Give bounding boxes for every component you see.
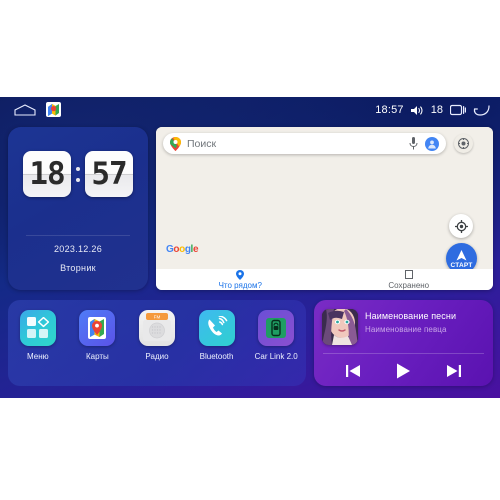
microphone-icon[interactable] bbox=[409, 137, 418, 150]
map-start-label: СТАРТ bbox=[450, 261, 473, 269]
clock-minutes: 57 bbox=[91, 155, 127, 192]
app-menu[interactable]: Меню bbox=[12, 310, 64, 361]
my-location-button[interactable] bbox=[449, 214, 473, 238]
map-tab-saved-label: Сохранено bbox=[388, 280, 430, 290]
map-tab-nearby-label: Что рядом? bbox=[218, 280, 262, 290]
maps-app-icon[interactable] bbox=[46, 102, 61, 117]
music-player-widget[interactable]: Наименование песни Наименование певца bbox=[314, 300, 493, 386]
pin-icon bbox=[236, 269, 245, 280]
clock-widget[interactable]: 18 57 2023.12.26 Вторник bbox=[8, 127, 148, 290]
app-radio-label: Радио bbox=[145, 352, 169, 361]
status-bar-right: 18:57 18 bbox=[375, 97, 490, 123]
map-search-bar[interactable]: Поиск bbox=[163, 133, 446, 154]
home-icon[interactable] bbox=[14, 104, 36, 116]
map-pin-icon bbox=[170, 136, 181, 151]
navigation-arrow-icon bbox=[456, 249, 467, 260]
clock-hours: 18 bbox=[29, 155, 65, 192]
album-art bbox=[322, 309, 358, 345]
flip-clock: 18 57 bbox=[8, 151, 148, 197]
map-bottom-tabs: Что рядом? Сохранено bbox=[156, 269, 493, 290]
menu-grid-icon bbox=[19, 310, 56, 346]
clock-minutes-card: 57 bbox=[85, 151, 133, 197]
map-tab-saved[interactable]: Сохранено bbox=[325, 269, 494, 290]
back-icon[interactable] bbox=[473, 104, 490, 117]
my-location-icon bbox=[454, 219, 468, 233]
music-controls bbox=[314, 358, 493, 384]
car-link-icon bbox=[258, 310, 295, 346]
radio-fm-icon: FM bbox=[138, 310, 175, 346]
maps-icon bbox=[79, 310, 116, 346]
app-car-link-label: Car Link 2.0 bbox=[254, 352, 298, 361]
play-icon[interactable] bbox=[394, 362, 412, 380]
clock-divider bbox=[26, 235, 130, 236]
app-maps-label: Карты bbox=[85, 352, 109, 361]
bookmark-icon bbox=[404, 269, 413, 279]
recent-apps-icon[interactable] bbox=[450, 104, 466, 116]
account-avatar-icon[interactable] bbox=[425, 136, 439, 151]
app-maps[interactable]: Карты bbox=[71, 310, 123, 361]
app-radio[interactable]: FM Радио bbox=[131, 310, 183, 361]
map-layers-icon bbox=[458, 138, 469, 149]
music-artist: Наименование певца bbox=[365, 325, 447, 334]
volume-level: 18 bbox=[430, 104, 443, 116]
clock-weekday: Вторник bbox=[60, 263, 96, 273]
car-head-unit-home-screen: 18:57 18 18 57 2023.12.26 Вторник Поиск … bbox=[0, 97, 500, 398]
app-menu-label: Меню bbox=[26, 352, 49, 361]
next-track-icon[interactable] bbox=[446, 363, 462, 379]
maps-widget[interactable]: Поиск Google СТАРТ Что рядом? Сохранено bbox=[156, 127, 493, 290]
clock-date: 2023.12.26 bbox=[53, 244, 103, 254]
bluetooth-phone-icon bbox=[198, 310, 235, 346]
map-layers-button[interactable] bbox=[454, 134, 473, 153]
app-bluetooth[interactable]: Bluetooth bbox=[191, 310, 243, 361]
app-dock: Меню Карты FM Радио Bluetooth Car Link 2… bbox=[8, 300, 306, 386]
map-search-placeholder: Поиск bbox=[187, 137, 217, 150]
music-divider bbox=[323, 353, 484, 354]
clock-hours-card: 18 bbox=[23, 151, 71, 197]
clock-colon bbox=[75, 166, 81, 182]
volume-icon bbox=[410, 105, 423, 115]
map-tab-nearby[interactable]: Что рядом? bbox=[156, 269, 325, 290]
previous-track-icon[interactable] bbox=[345, 363, 361, 379]
app-bluetooth-label: Bluetooth bbox=[199, 352, 234, 361]
status-time: 18:57 bbox=[375, 104, 404, 116]
music-title: Наименование песни bbox=[365, 311, 457, 321]
svg-text:FM: FM bbox=[154, 315, 161, 320]
status-bar: 18:57 18 bbox=[0, 97, 500, 123]
app-car-link[interactable]: Car Link 2.0 bbox=[250, 310, 302, 361]
google-logo: Google bbox=[166, 244, 199, 255]
